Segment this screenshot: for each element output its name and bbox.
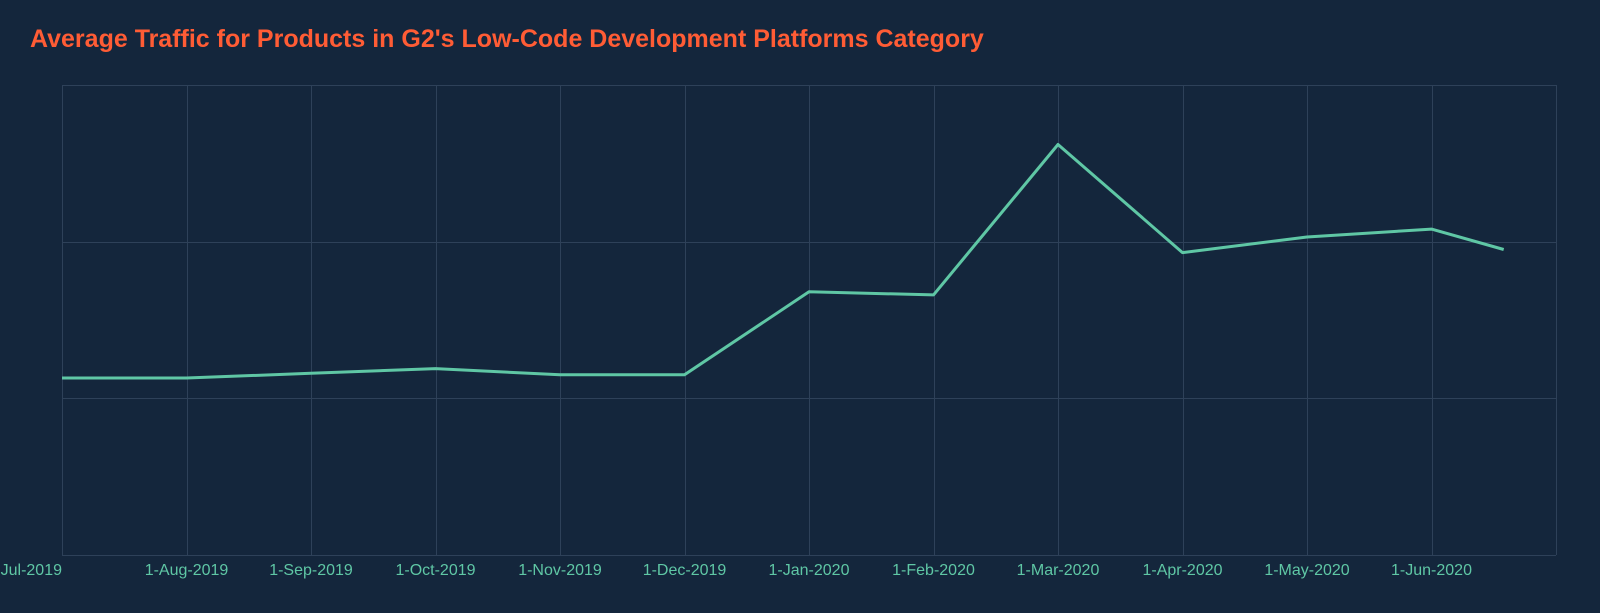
x-tick-label: 1-Jan-2020 — [769, 562, 850, 580]
chart-title: Average Traffic for Products in G2's Low… — [30, 25, 984, 54]
plot-area — [62, 85, 1556, 555]
data-series-line — [62, 145, 1504, 379]
x-tick-label: 1-Aug-2019 — [145, 562, 229, 580]
gridline-vertical — [1556, 85, 1557, 555]
x-axis-labels: 1-Jul-20191-Aug-20191-Sep-20191-Oct-2019… — [62, 562, 1556, 592]
x-tick-label: 1-Jul-2019 — [0, 562, 62, 580]
x-tick-label: 1-Dec-2019 — [643, 562, 727, 580]
gridline-horizontal — [62, 555, 1556, 556]
x-tick-label: 1-Jun-2020 — [1391, 562, 1472, 580]
x-tick-label: 1-Oct-2019 — [395, 562, 475, 580]
x-tick-label: 1-May-2020 — [1264, 562, 1349, 580]
x-tick-label: 1-Feb-2020 — [892, 562, 975, 580]
x-tick-label: 1-Apr-2020 — [1142, 562, 1222, 580]
x-tick-label: 1-Nov-2019 — [518, 562, 602, 580]
x-tick-label: 1-Sep-2019 — [269, 562, 353, 580]
x-tick-label: 1-Mar-2020 — [1017, 562, 1100, 580]
